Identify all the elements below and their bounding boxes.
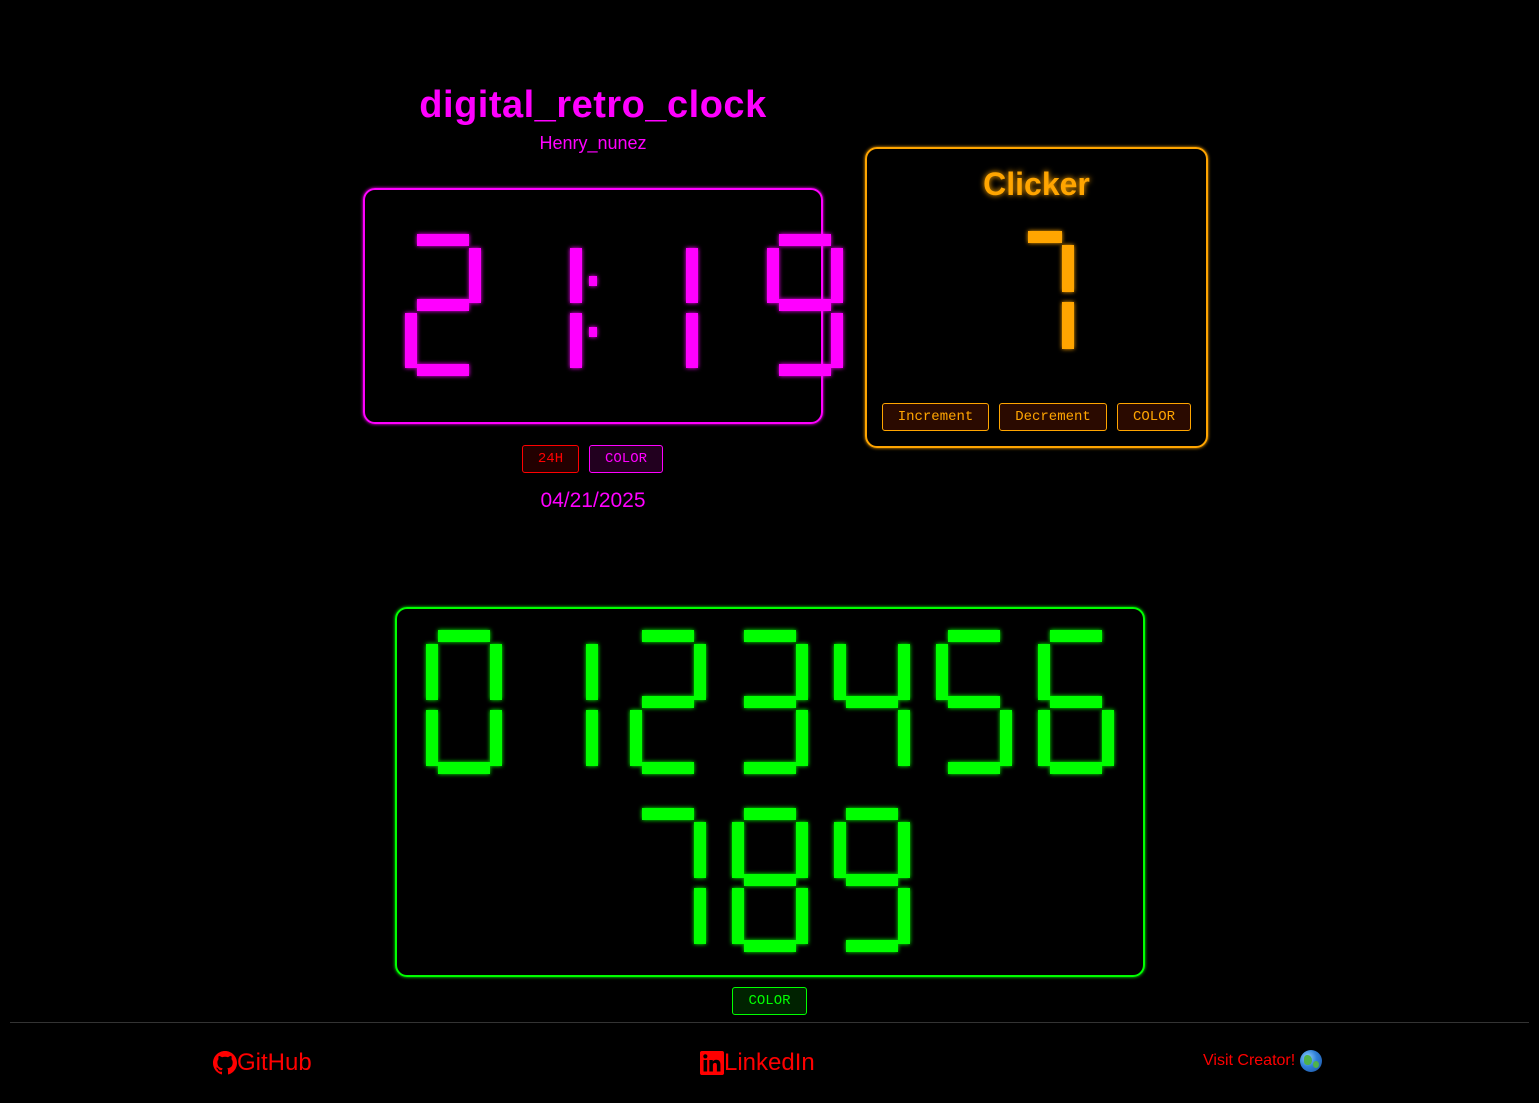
linkedin-link[interactable]: LinkedIn bbox=[700, 1046, 815, 1080]
digits-color-button[interactable]: COLOR bbox=[732, 987, 807, 1015]
clock-date: 04/21/2025 bbox=[540, 489, 646, 512]
linkedin-icon bbox=[700, 1051, 724, 1075]
clock-digit-3-segment-b bbox=[831, 248, 843, 303]
clock-mode-button[interactable]: 24H bbox=[522, 445, 579, 473]
clock-display bbox=[363, 188, 823, 424]
clock-digit-3-segment-c bbox=[831, 313, 843, 368]
clicker-title: Clicker bbox=[983, 166, 1090, 202]
visit-creator-link[interactable]: Visit Creator! bbox=[1203, 1050, 1323, 1072]
clicker-color-button[interactable]: COLOR bbox=[1117, 403, 1191, 431]
linkedin-label: LinkedIn bbox=[724, 1049, 815, 1076]
clock-color-button[interactable]: COLOR bbox=[589, 445, 663, 473]
decrement-button[interactable]: Decrement bbox=[999, 403, 1107, 431]
github-label: GitHub bbox=[237, 1049, 312, 1076]
author-subtitle: Henry_nunez bbox=[539, 133, 647, 153]
digit-showcase-panel bbox=[395, 607, 1145, 977]
visit-creator-label: Visit Creator! bbox=[1203, 1052, 1296, 1069]
github-icon bbox=[213, 1051, 237, 1075]
globe-icon bbox=[1300, 1050, 1323, 1072]
increment-button[interactable]: Increment bbox=[882, 403, 989, 431]
footer-divider bbox=[10, 1022, 1529, 1023]
github-link[interactable]: GitHub bbox=[213, 1046, 312, 1080]
page-title: digital_retro_clock bbox=[419, 84, 767, 126]
